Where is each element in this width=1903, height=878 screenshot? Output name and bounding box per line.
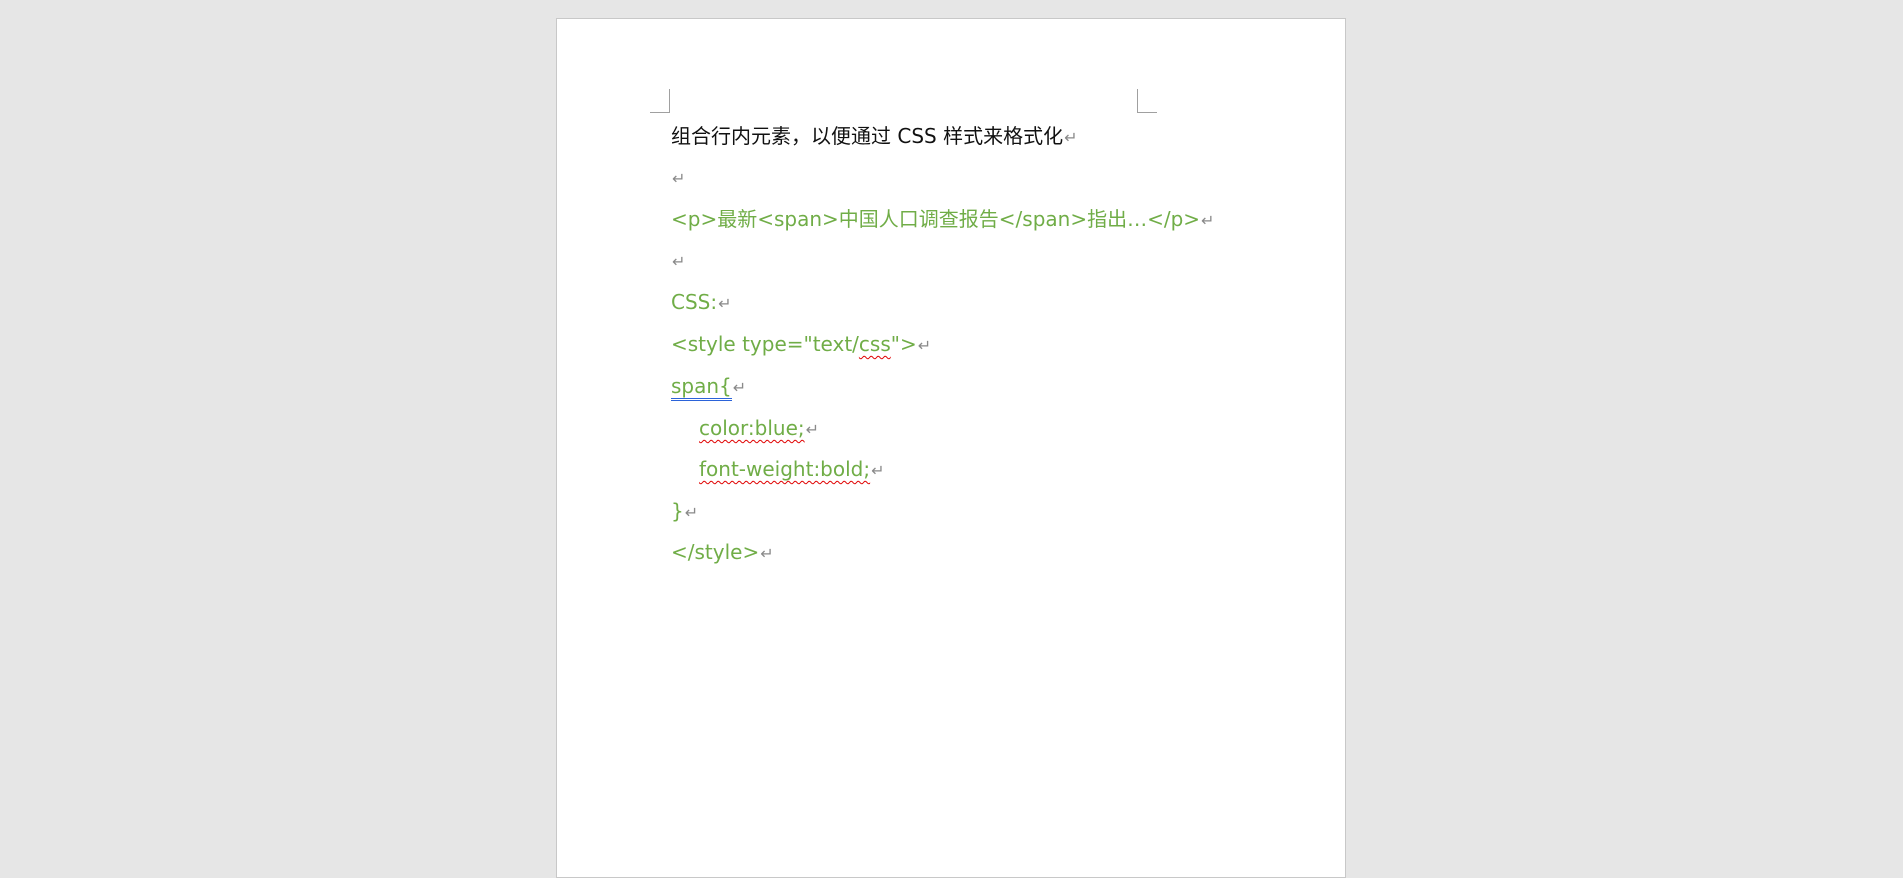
paragraph-mark-icon: ↵ bbox=[672, 169, 686, 188]
paragraph-css-label[interactable]: CSS:↵ bbox=[671, 289, 732, 317]
paragraph-intro[interactable]: 组合行内元素，以便通过 CSS 样式来格式化↵ bbox=[671, 123, 1077, 151]
paragraph-html-example[interactable]: <p>最新<span>中国人口调查报告</span>指出…</p>↵ bbox=[671, 206, 1214, 234]
paragraph-mark-icon: ↵ bbox=[917, 336, 932, 355]
paragraph-color-rule[interactable]: color:blue;↵ bbox=[699, 415, 819, 443]
grammar-flag-word[interactable]: span{ bbox=[671, 374, 732, 401]
paragraph-font-weight-rule[interactable]: font-weight:bold;↵ bbox=[699, 456, 885, 484]
paragraph-empty[interactable]: ↵ bbox=[671, 247, 685, 275]
paragraph-text: 组合行内元素，以便通过 CSS 样式来格式化 bbox=[671, 124, 1064, 148]
paragraph-mark-icon: ↵ bbox=[718, 294, 732, 313]
margin-corner-mark-right bbox=[1137, 89, 1157, 113]
paragraph-style-open[interactable]: <style type="text/css">↵ bbox=[671, 331, 931, 359]
spelling-error-word[interactable]: font-weight:bold; bbox=[699, 457, 870, 481]
paragraph-span-selector[interactable]: span{↵ bbox=[671, 373, 746, 401]
paragraph-text: "> bbox=[890, 332, 917, 356]
paragraph-text: <p>最新<span>中国人口调查报告</span>指出…</p> bbox=[671, 207, 1201, 231]
paragraph-mark-icon: ↵ bbox=[1064, 128, 1078, 147]
document-page[interactable]: 组合行内元素，以便通过 CSS 样式来格式化↵ ↵ <p>最新<span>中国人… bbox=[556, 18, 1346, 878]
spelling-error-word[interactable]: css bbox=[859, 332, 891, 356]
paragraph-empty[interactable]: ↵ bbox=[671, 164, 685, 192]
paragraph-text: <style type="text/ bbox=[671, 332, 859, 356]
paragraph-mark-icon: ↵ bbox=[732, 378, 747, 397]
paragraph-mark-icon: ↵ bbox=[1201, 211, 1215, 230]
paragraph-close-brace[interactable]: }↵ bbox=[671, 498, 698, 526]
spelling-error-word[interactable]: color:blue; bbox=[699, 416, 805, 440]
paragraph-style-close[interactable]: </style>↵ bbox=[671, 539, 774, 567]
margin-corner-mark-left bbox=[650, 89, 670, 113]
paragraph-mark-icon: ↵ bbox=[684, 503, 699, 522]
paragraph-mark-icon: ↵ bbox=[760, 544, 774, 563]
paragraph-text: } bbox=[671, 499, 684, 523]
paragraph-text: CSS: bbox=[671, 290, 718, 314]
paragraph-mark-icon: ↵ bbox=[805, 420, 820, 439]
paragraph-text: </style> bbox=[671, 540, 760, 564]
paragraph-mark-icon: ↵ bbox=[672, 252, 686, 271]
paragraph-mark-icon: ↵ bbox=[871, 461, 885, 480]
